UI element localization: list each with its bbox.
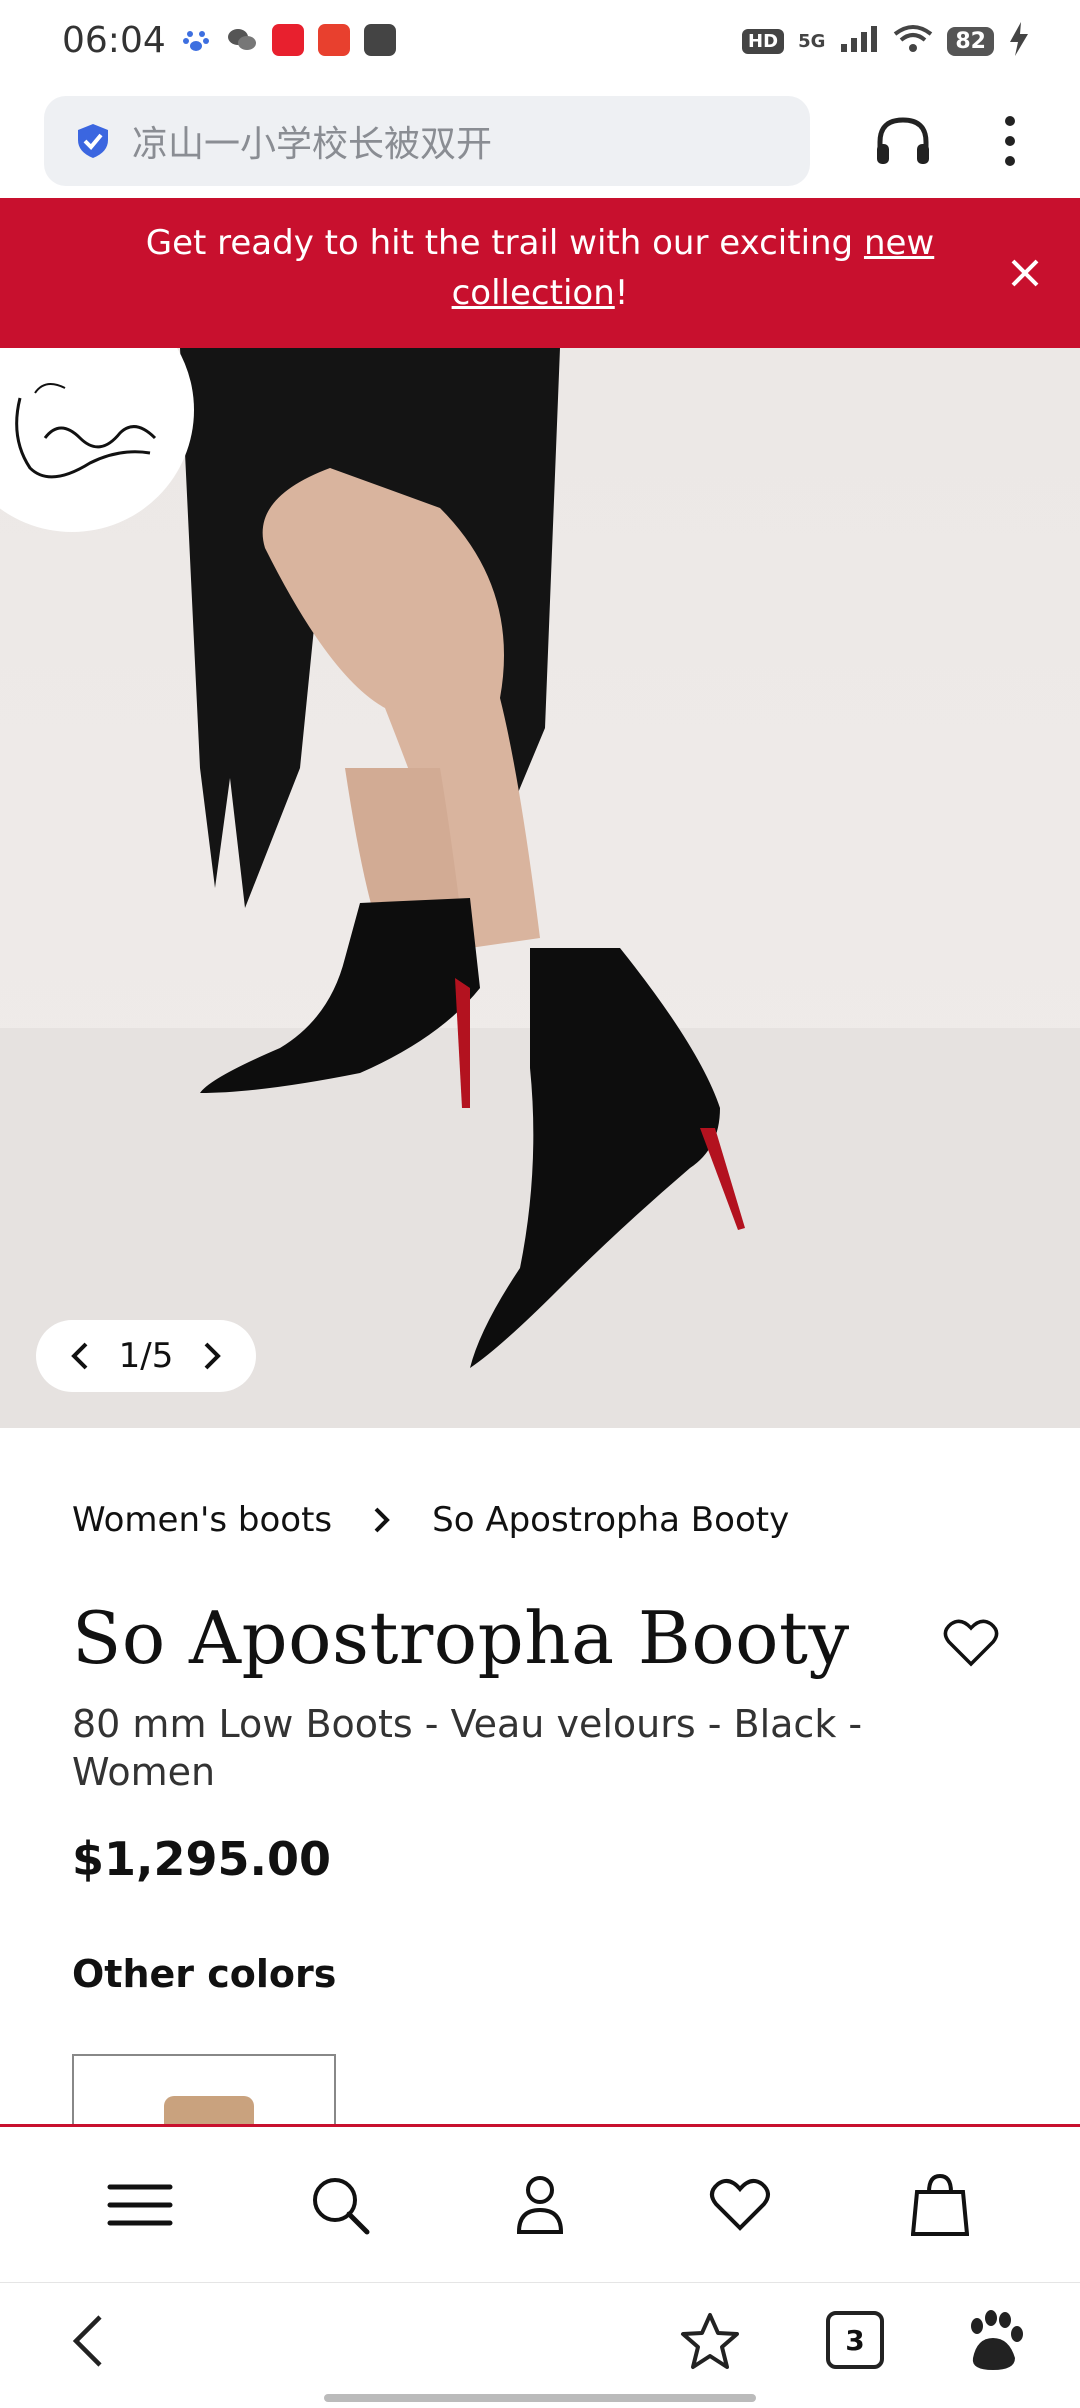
breadcrumb: Women's boots So Apostropha Booty xyxy=(72,1500,789,1540)
heart-icon xyxy=(710,2178,770,2231)
chevron-left-icon xyxy=(71,1342,88,1370)
headphones-button[interactable] xyxy=(868,106,938,176)
breadcrumb-current: So Apostropha Booty xyxy=(432,1500,790,1540)
search-button[interactable] xyxy=(300,2165,380,2245)
banner-text-before: Get ready to hit the trail with our exci… xyxy=(145,223,864,263)
swatch-thumbnail xyxy=(164,2096,254,2124)
add-to-wishlist-button[interactable] xyxy=(940,1612,1002,1674)
network-label: 5G xyxy=(798,31,826,52)
tabs-button[interactable]: 3 xyxy=(826,2311,884,2369)
back-icon xyxy=(72,2315,102,2367)
banner-message: Get ready to hit the trail with our exci… xyxy=(140,218,940,318)
image-counter: 1/5 xyxy=(118,1336,174,1376)
shield-icon xyxy=(74,122,112,160)
browser-address-row: 凉山一小学校长被双开 xyxy=(0,84,1080,198)
heart-icon xyxy=(943,1619,999,1667)
site-bottom-nav xyxy=(0,2124,1080,2282)
product-subtitle: 80 mm Low Boots - Veau velours - Black -… xyxy=(72,1702,863,1794)
status-bar: 06:04 HD 5G 82 xyxy=(0,0,1080,84)
product-price: $1,295.00 xyxy=(72,1832,331,1886)
status-app-icons xyxy=(180,24,396,56)
status-time: 06:04 xyxy=(62,20,166,61)
battery-indicator: 82 xyxy=(947,27,994,56)
paw-icon xyxy=(180,24,212,56)
banner-close-button[interactable] xyxy=(998,246,1052,300)
chevron-right-icon xyxy=(368,1506,396,1534)
chevron-right-icon xyxy=(204,1342,221,1370)
wishlist-nav-button[interactable] xyxy=(700,2165,780,2245)
bookmark-button[interactable] xyxy=(676,2307,744,2375)
product-title: So Apostropha Booty xyxy=(72,1596,850,1680)
app-icon xyxy=(318,24,350,56)
wechat-icon xyxy=(226,24,258,56)
mail-icon xyxy=(364,24,396,56)
signal-icon xyxy=(839,24,879,59)
browser-toolbar: 3 xyxy=(0,2282,1080,2408)
louboutin-signature-icon xyxy=(15,383,157,479)
more-menu-button[interactable] xyxy=(980,106,1040,176)
brand-logo xyxy=(0,348,194,532)
other-colors-heading: Other colors xyxy=(72,1952,337,1996)
close-icon xyxy=(1011,259,1039,287)
home-indicator[interactable] xyxy=(324,2394,756,2402)
star-icon xyxy=(681,2313,739,2369)
announcement-banner: Get ready to hit the trail with our exci… xyxy=(0,198,1080,348)
account-icon xyxy=(516,2175,564,2234)
account-button[interactable] xyxy=(500,2165,580,2245)
search-icon xyxy=(313,2177,370,2234)
battery-level: 82 xyxy=(947,27,994,56)
back-button[interactable] xyxy=(56,2309,120,2373)
tab-count: 3 xyxy=(845,2323,865,2357)
wifi-icon xyxy=(893,24,933,59)
baidu-paw-icon xyxy=(971,2310,1023,2370)
hd-badge: HD xyxy=(742,29,785,54)
banner-text-after: ! xyxy=(614,273,629,313)
baidu-button[interactable] xyxy=(958,2305,1028,2375)
next-image-button[interactable] xyxy=(196,1340,228,1372)
address-text: 凉山一小学校长被双开 xyxy=(132,124,493,165)
bag-button[interactable] xyxy=(900,2165,980,2245)
previous-image-button[interactable] xyxy=(64,1340,96,1372)
color-swatch-beige[interactable] xyxy=(72,2054,336,2124)
menu-button[interactable] xyxy=(100,2165,180,2245)
app-icon xyxy=(272,24,304,56)
bag-icon xyxy=(911,2173,969,2236)
menu-icon xyxy=(107,2184,173,2225)
more-icon xyxy=(1005,116,1015,166)
charging-icon xyxy=(1008,22,1030,61)
product-image-carousel[interactable]: 1/5 xyxy=(0,348,1080,1428)
breadcrumb-womens-boots[interactable]: Women's boots xyxy=(72,1500,332,1540)
address-bar[interactable]: 凉山一小学校长被双开 xyxy=(44,96,810,186)
status-indicators: HD 5G 82 xyxy=(742,22,1030,61)
image-pager: 1/5 xyxy=(36,1320,256,1392)
headphones-icon xyxy=(877,117,929,164)
